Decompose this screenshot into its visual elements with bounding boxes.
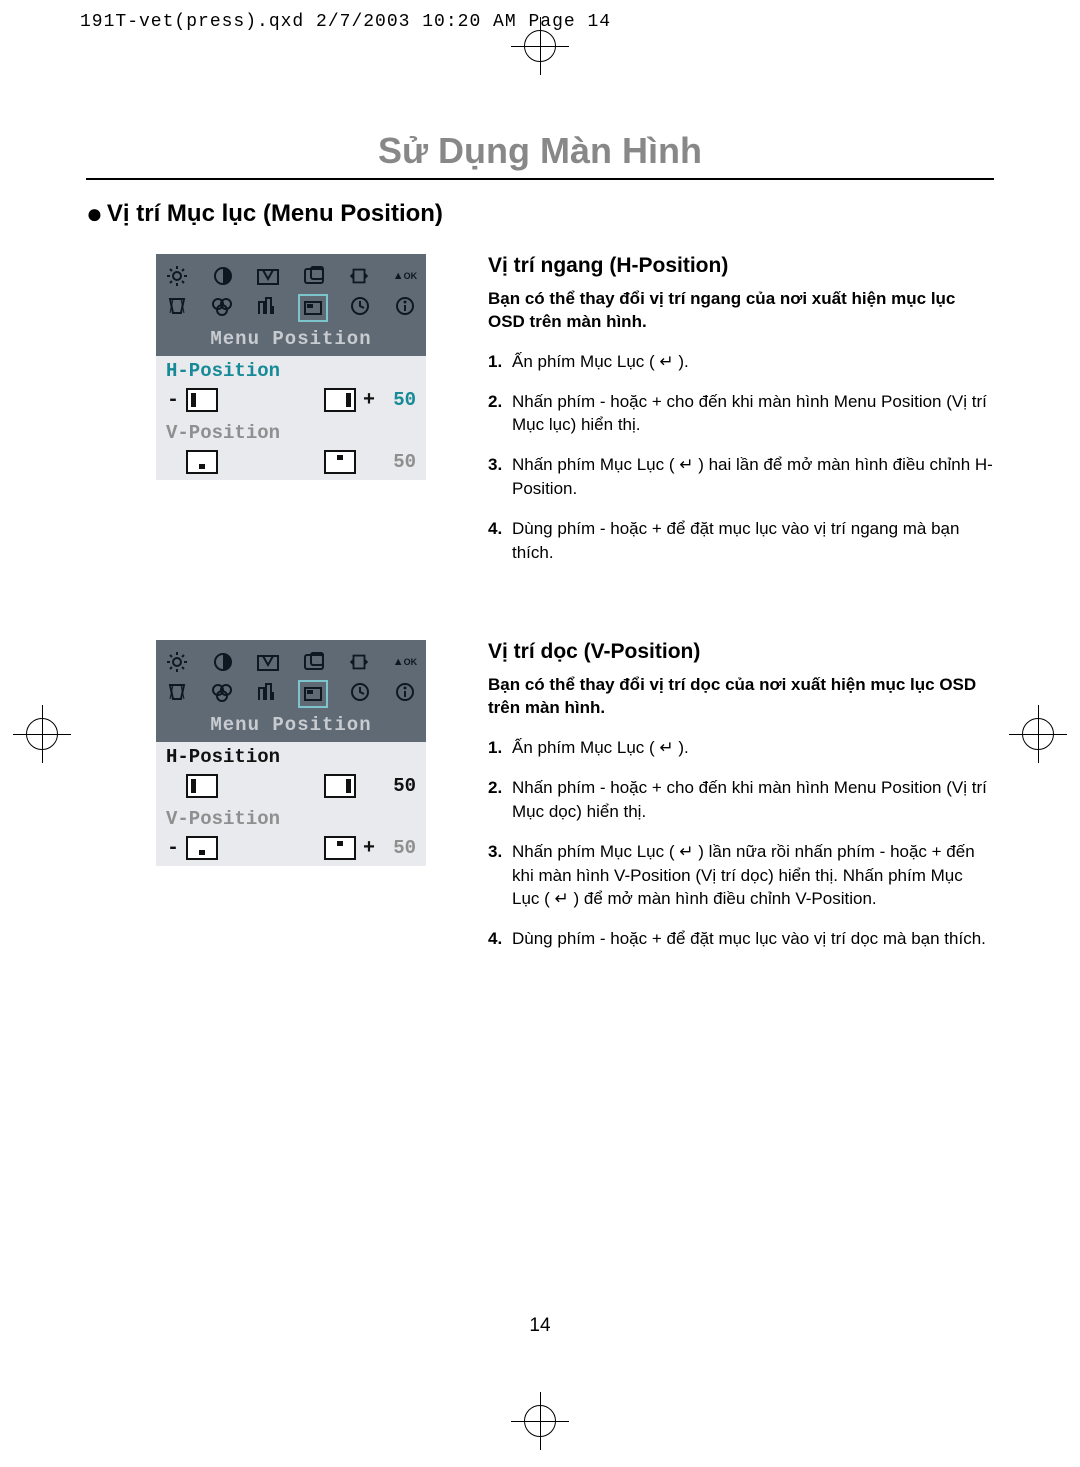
section-heading: ●Vị trí Mục lục (Menu Position) — [86, 198, 994, 230]
osd-h-label: H-Position — [166, 360, 280, 382]
hpos-step-4: Dùng phím - hoặc + để đặt mục lục vào vị… — [512, 517, 994, 565]
osd-body: H-Position 50 V-Position - — [156, 742, 426, 866]
position-icon — [301, 650, 327, 674]
plus-icon: + — [362, 837, 376, 860]
vpos-steps: 1.Ấn phím Mục Lục ( ↵ ). 2.Nhấn phím - h… — [488, 736, 994, 951]
osd-v-label: V-Position — [166, 422, 280, 444]
menu-position-icon — [298, 294, 328, 322]
slider-box-left — [186, 836, 218, 860]
image-lock-icon — [255, 650, 281, 674]
brightness-icon — [164, 650, 190, 674]
geometry-icon — [164, 680, 190, 704]
osd-v-label: V-Position — [166, 808, 280, 830]
osd-screen: ▲OK Menu Position H-Posit — [156, 254, 426, 480]
hpos-lead: Bạn có thể thay đổi vị trí ngang của nơi… — [488, 288, 994, 334]
page: 191T-vet(press).qxd 2/7/2003 10:20 AM Pa… — [0, 0, 1080, 1467]
image-lock-icon — [255, 264, 281, 288]
osd-body: H-Position - + 50 V-Position — [156, 356, 426, 480]
osd-v-value: 50 — [376, 837, 416, 859]
osd-v-slider: 50 — [156, 448, 426, 480]
color-icon — [209, 680, 235, 704]
osd-h-value: 50 — [376, 389, 416, 411]
plus-icon: + — [362, 389, 376, 412]
vpos-step-1: Ấn phím Mục Lục ( ↵ ). — [512, 736, 994, 760]
vpos-lead: Bạn có thể thay đổi vị trí dọc của nơi x… — [488, 674, 994, 720]
press-meta: 191T-vet(press).qxd 2/7/2003 10:20 AM Pa… — [80, 12, 611, 32]
minus-icon: - — [166, 837, 180, 860]
slider-box-left — [186, 450, 218, 474]
menu-position-icon — [298, 680, 328, 708]
osd-h-slider: 50 — [156, 772, 426, 804]
clock-icon — [347, 294, 373, 318]
minus-icon: - — [166, 389, 180, 412]
slider-box-right — [324, 836, 356, 860]
ok-icon: ▲OK — [392, 650, 418, 674]
osd-panel-h: ▲OK Menu Position H-Posit — [156, 254, 446, 580]
osd-title: Menu Position — [164, 714, 418, 736]
hpos-steps: 1.Ấn phím Mục Lục ( ↵ ). 2.Nhấn phím - h… — [488, 350, 994, 565]
page-number: 14 — [0, 1315, 1080, 1337]
slider-box-left — [186, 388, 218, 412]
osd-h-slider: - + 50 — [156, 386, 426, 418]
reset-icon — [346, 650, 372, 674]
bullet-icon: ● — [86, 198, 103, 229]
slider-box-right — [324, 774, 356, 798]
osd-panel-v: ▲OK Menu Position H-Posit — [156, 640, 446, 966]
vpos-text: Vị trí dọc (V-Position) Bạn có thể thay … — [488, 640, 994, 966]
slider-box-right — [324, 450, 356, 474]
hpos-step-1: Ấn phím Mục Lục ( ↵ ). — [512, 350, 994, 374]
crop-mark-bottom — [524, 1405, 556, 1437]
ok-icon: ▲OK — [392, 264, 418, 288]
contrast-icon — [210, 650, 236, 674]
row-vposition: ▲OK Menu Position H-Posit — [86, 640, 994, 966]
frequency-icon — [254, 680, 280, 704]
hpos-step-2: Nhấn phím - hoặc + cho đến khi màn hình … — [512, 390, 994, 438]
content-area: Sử Dụng Màn Hình ●Vị trí Mục lục (Menu P… — [86, 130, 994, 1027]
slider-box-right — [324, 388, 356, 412]
info-icon — [392, 294, 418, 318]
osd-h-label: H-Position — [166, 746, 280, 768]
section-heading-text: Vị trí Mục lục (Menu Position) — [107, 200, 443, 227]
brightness-icon — [164, 264, 190, 288]
vpos-heading: Vị trí dọc (V-Position) — [488, 640, 994, 664]
crop-mark-top — [524, 30, 556, 62]
vpos-step-4: Dùng phím - hoặc + để đặt mục lục vào vị… — [512, 927, 994, 951]
color-icon — [209, 294, 235, 318]
hpos-text: Vị trí ngang (H-Position) Bạn có thể tha… — [488, 254, 994, 580]
osd-header: ▲OK Menu Position — [156, 254, 426, 356]
osd-header: ▲OK Menu Position — [156, 640, 426, 742]
row-hposition: ▲OK Menu Position H-Posit — [86, 254, 994, 580]
hpos-heading: Vị trí ngang (H-Position) — [488, 254, 994, 278]
osd-v-value: 50 — [376, 451, 416, 473]
frequency-icon — [254, 294, 280, 318]
crop-mark-right — [1022, 718, 1054, 750]
osd-screen: ▲OK Menu Position H-Posit — [156, 640, 426, 866]
page-title: Sử Dụng Màn Hình — [86, 130, 994, 172]
clock-icon — [347, 680, 373, 704]
hpos-step-3: Nhấn phím Mục Lục ( ↵ ) hai lần để mở mà… — [512, 453, 994, 501]
slider-box-left — [186, 774, 218, 798]
osd-h-value: 50 — [376, 775, 416, 797]
vpos-step-2: Nhấn phím - hoặc + cho đến khi màn hình … — [512, 776, 994, 824]
crop-mark-left — [26, 718, 58, 750]
position-icon — [301, 264, 327, 288]
reset-icon — [346, 264, 372, 288]
osd-v-slider: - + 50 — [156, 834, 426, 866]
title-rule — [86, 178, 994, 180]
contrast-icon — [210, 264, 236, 288]
geometry-icon — [164, 294, 190, 318]
vpos-step-3: Nhấn phím Mục Lục ( ↵ ) lần nữa rồi nhấn… — [512, 840, 994, 911]
osd-title: Menu Position — [164, 328, 418, 350]
info-icon — [392, 680, 418, 704]
